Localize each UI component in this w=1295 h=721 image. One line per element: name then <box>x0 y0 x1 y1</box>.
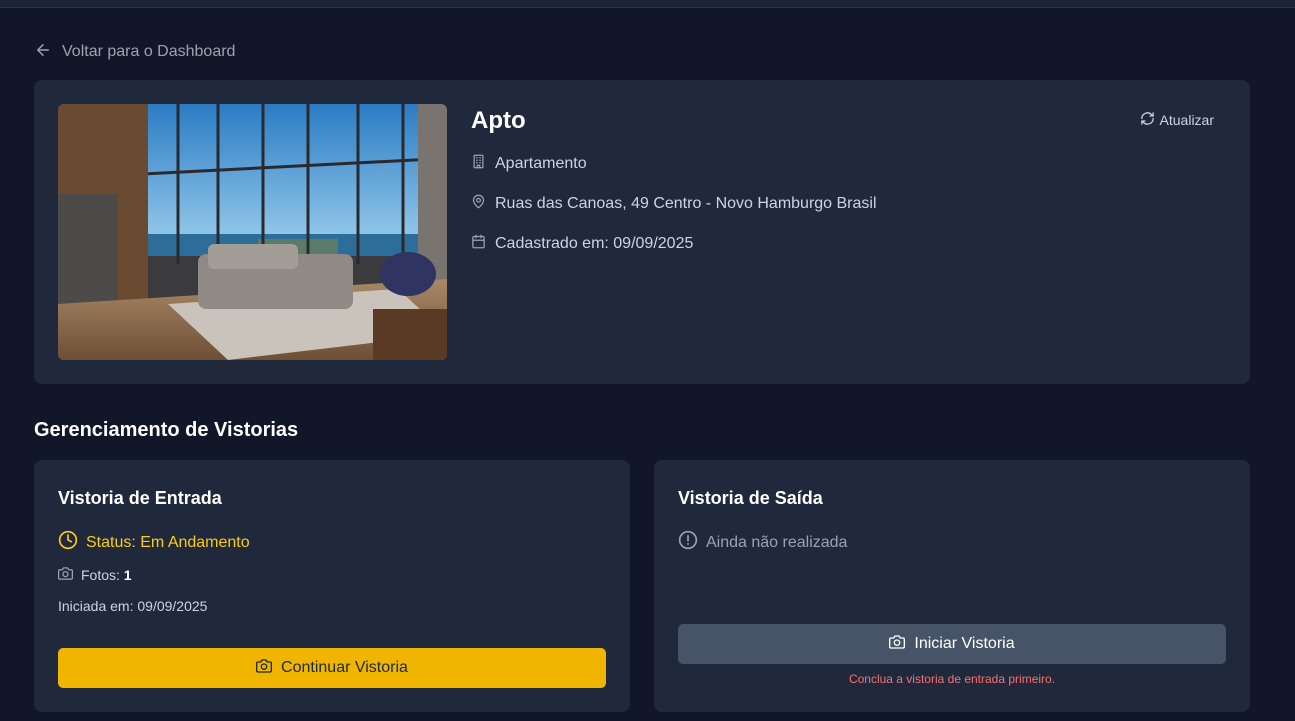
start-inspection-label: Iniciar Vistoria <box>914 635 1015 652</box>
continue-inspection-button[interactable]: Continuar Vistoria <box>58 648 606 688</box>
property-type-label: Apartamento <box>495 155 587 172</box>
refresh-button[interactable]: Atualizar <box>1140 111 1214 129</box>
property-card: Apto Atualizar Apartamento Ruas das Cano… <box>34 80 1250 384</box>
arrow-left-icon <box>34 41 52 64</box>
entry-inspection-title: Vistoria de Entrada <box>58 488 222 508</box>
property-type: Apartamento <box>471 154 587 174</box>
property-address: Ruas das Canoas, 49 Centro - Novo Hambur… <box>471 194 877 214</box>
exit-inspection-title: Vistoria de Saída <box>678 488 823 508</box>
alert-circle-icon <box>678 530 698 555</box>
exit-status: Ainda não realizada <box>678 530 847 555</box>
property-address-label: Ruas das Canoas, 49 Centro - Novo Hambur… <box>495 195 877 212</box>
entry-started: Iniciada em: 09/09/2025 <box>58 598 208 614</box>
entry-inspection-card: Vistoria de Entrada Status: Em Andamento… <box>34 460 630 712</box>
property-registered-label: Cadastrado em: 09/09/2025 <box>495 235 694 252</box>
back-label: Voltar para o Dashboard <box>62 43 236 60</box>
camera-icon <box>58 566 73 584</box>
refresh-label: Atualizar <box>1159 112 1214 128</box>
clock-icon <box>58 530 78 555</box>
back-to-dashboard-link[interactable]: Voltar para o Dashboard <box>34 42 235 62</box>
camera-icon <box>256 658 273 679</box>
exit-inspection-card: Vistoria de Saída Ainda não realizada In… <box>654 460 1250 712</box>
property-title: Apto <box>471 107 526 134</box>
exit-warning: Conclua a vistoria de entrada primeiro. <box>848 672 1056 686</box>
start-inspection-button[interactable]: Iniciar Vistoria <box>678 624 1226 664</box>
map-pin-icon <box>471 194 486 214</box>
continue-inspection-label: Continuar Vistoria <box>281 659 408 676</box>
entry-photos-label: Fotos: <box>81 567 120 583</box>
exit-status-label: Ainda não realizada <box>706 533 848 551</box>
entry-status-label: Status: Em Andamento <box>86 533 250 551</box>
property-photo <box>58 104 447 360</box>
refresh-icon <box>1140 111 1155 129</box>
calendar-icon <box>471 234 486 254</box>
camera-icon <box>889 634 906 655</box>
property-registered-date: Cadastrado em: 09/09/2025 <box>471 234 693 254</box>
top-bar <box>0 0 1295 8</box>
section-title: Gerenciamento de Vistorias <box>34 419 299 441</box>
building-icon <box>471 154 486 174</box>
entry-photos-count: 1 <box>123 567 132 583</box>
entry-photos: Fotos: 1 <box>58 566 132 584</box>
entry-status: Status: Em Andamento <box>58 530 250 555</box>
